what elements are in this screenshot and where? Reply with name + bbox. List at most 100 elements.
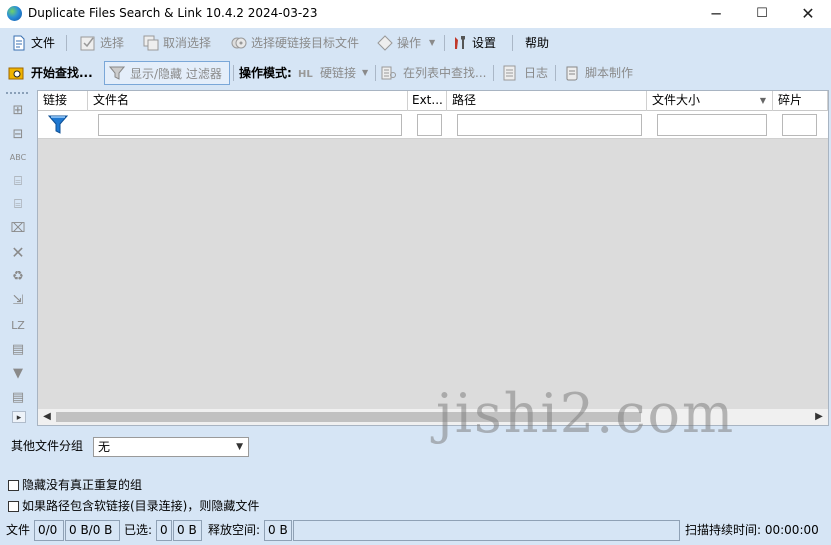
script-scroll-icon	[566, 66, 578, 81]
filter-icon	[109, 66, 125, 80]
size-filter-input[interactable]	[657, 114, 767, 136]
column-ext[interactable]: Ext...	[408, 91, 447, 111]
diamond-icon	[377, 35, 393, 51]
hardlink-tool-icon[interactable]: ▤	[8, 341, 28, 359]
checkbox-box[interactable]	[8, 480, 19, 491]
column-filename[interactable]: 文件名	[88, 91, 408, 111]
status-files-label: 文件	[6, 523, 31, 537]
scrollbar-thumb[interactable]	[56, 412, 641, 422]
collapse-all-icon[interactable]: ⊟	[8, 126, 28, 144]
menu-select-hardlink-targets-label: 选择硬链接目标文件	[251, 36, 360, 50]
log-icon	[503, 65, 516, 81]
tools-icon	[455, 36, 465, 49]
path-filter-input[interactable]	[457, 114, 642, 136]
menu-file-label: 文件	[31, 36, 56, 50]
filename-filter-input[interactable]	[98, 114, 402, 136]
close-button[interactable]: ✕	[785, 0, 831, 28]
funnel-filter-icon[interactable]	[48, 114, 68, 136]
separator	[66, 35, 67, 51]
deselect-icon	[143, 35, 159, 51]
status-bar: 文件 0/0 0 B/0 B 已选: 0 0 B 释放空间: 0 B 扫描持续时…	[0, 517, 831, 545]
lz-compress-icon[interactable]: LZ	[8, 317, 28, 335]
window-title: Duplicate Files Search & Link 10.4.2 202…	[28, 6, 318, 20]
disc-stack-icon	[231, 37, 247, 49]
status-scan-duration: 扫描持续时间: 00:00:00	[685, 523, 819, 537]
document-icon	[13, 35, 25, 51]
script-label: 脚本制作	[585, 66, 634, 80]
find-in-list-label: 在列表中查找...	[403, 66, 487, 80]
folder-search-icon	[8, 67, 24, 80]
status-selected-label: 已选:	[124, 523, 153, 537]
checkbox-box[interactable]	[8, 501, 19, 512]
horizontal-scrollbar[interactable]: ◀ ▶	[38, 409, 828, 425]
scroll-right-icon[interactable]: ▶	[812, 409, 826, 425]
hide-no-real-dup-label: 隐藏没有真正重复的组	[22, 478, 143, 492]
title-bar: Duplicate Files Search & Link 10.4.2 202…	[0, 0, 831, 28]
start-search-label: 开始查找...	[31, 66, 93, 80]
link-tool-icon[interactable]: ▤	[8, 389, 28, 407]
column-path[interactable]: 路径	[447, 91, 647, 111]
filter-link-icon[interactable]: ▼	[8, 365, 28, 383]
column-size-label: 文件大小	[652, 93, 701, 107]
column-link[interactable]: 链接	[38, 91, 88, 111]
fragments-filter-input[interactable]	[782, 114, 817, 136]
separator	[444, 35, 445, 51]
column-header-row: 链接 文件名 Ext... 路径 文件大小 ▼ 碎片	[38, 91, 828, 111]
status-free-label: 释放空间:	[208, 523, 261, 537]
vertical-toolbar: ⊞ ⊟ ABC ⌸ ⌸ ⌧ ✕ ♻ ⇲ LZ ▤ ▼ ▤ ▸	[0, 89, 34, 427]
scroll-left-icon[interactable]: ◀	[40, 409, 54, 425]
separator	[233, 65, 234, 81]
show-hide-filter-button[interactable]: 显示/隐藏 过滤器	[104, 61, 230, 85]
expand-all-icon[interactable]: ⊞	[8, 102, 28, 120]
status-free-value: 0 B	[268, 523, 288, 537]
column-size[interactable]: 文件大小 ▼	[647, 91, 773, 111]
select-checkbox-icon	[80, 36, 95, 51]
other-groups-value: 无	[98, 440, 111, 454]
log-label: 日志	[524, 66, 549, 80]
hide-symlink-paths-label: 如果路径包含软链接(目录连接)，则隐藏文件	[22, 499, 260, 513]
other-groups-select[interactable]: 无 ▼	[93, 437, 249, 457]
menu-select-label: 选择	[100, 36, 125, 50]
column-fragments[interactable]: 碎片	[773, 91, 828, 111]
status-selected-count: 0	[160, 523, 168, 537]
minimize-button[interactable]: ─	[693, 0, 739, 28]
status-progress-area	[293, 520, 680, 541]
status-files-count: 0/0	[38, 523, 58, 537]
move-to-folder-icon[interactable]: ⇲	[8, 292, 28, 310]
other-groups-label: 其他文件分组	[11, 439, 84, 453]
svg-text:HL: HL	[298, 69, 313, 80]
hardlink-icon: HL	[298, 69, 313, 80]
chevron-down-icon: ▼	[362, 68, 369, 77]
ext-filter-input[interactable]	[417, 114, 442, 136]
chevron-right-icon[interactable]: ▸	[12, 411, 26, 423]
maximize-button[interactable]: ☐	[739, 0, 785, 28]
menu-bar: 文件 选择 取消选择 选择硬链接目标文件 操作 ▼ 设置 帮助	[0, 29, 831, 57]
separator	[555, 65, 556, 81]
chevron-down-icon: ▼	[236, 442, 243, 452]
results-grid[interactable]: 链接 文件名 Ext... 路径 文件大小 ▼ 碎片 ◀ ▶	[37, 90, 829, 426]
tree-check-icon[interactable]: ⌸	[8, 173, 28, 191]
status-files-size: 0 B/0 B	[69, 523, 113, 537]
delete-icon[interactable]: ✕	[8, 244, 28, 262]
grip-handle[interactable]	[6, 92, 28, 95]
recycle-bin-icon[interactable]: ♻	[8, 268, 28, 286]
menu-deselect-label: 取消选择	[163, 36, 212, 50]
separator	[375, 65, 376, 81]
operation-mode-label: 操作模式:	[239, 66, 292, 80]
chevron-down-icon: ▼	[429, 38, 436, 47]
tree-uncheck-icon[interactable]: ⌸	[8, 196, 28, 214]
toolbar: 开始查找... 显示/隐藏 过滤器 操作模式: HL 硬链接 ▼ 在列表中查找.…	[0, 59, 831, 87]
filter-row	[38, 111, 828, 139]
tree-cross-icon[interactable]: ⌧	[8, 220, 28, 238]
show-hide-filter-label: 显示/隐藏 过滤器	[130, 67, 222, 81]
menu-actions-label: 操作	[397, 36, 422, 50]
app-icon	[7, 6, 22, 21]
menu-help-label: 帮助	[525, 36, 550, 50]
status-selected-size: 0 B	[177, 523, 197, 537]
hardlink-mode-label: 硬链接	[320, 66, 357, 80]
menu-settings-label: 设置	[472, 36, 497, 50]
sort-arrow-icon: ▼	[759, 96, 766, 105]
separator	[493, 65, 494, 81]
sort-abc-icon[interactable]: ABC	[8, 149, 28, 167]
list-search-icon	[381, 66, 396, 80]
